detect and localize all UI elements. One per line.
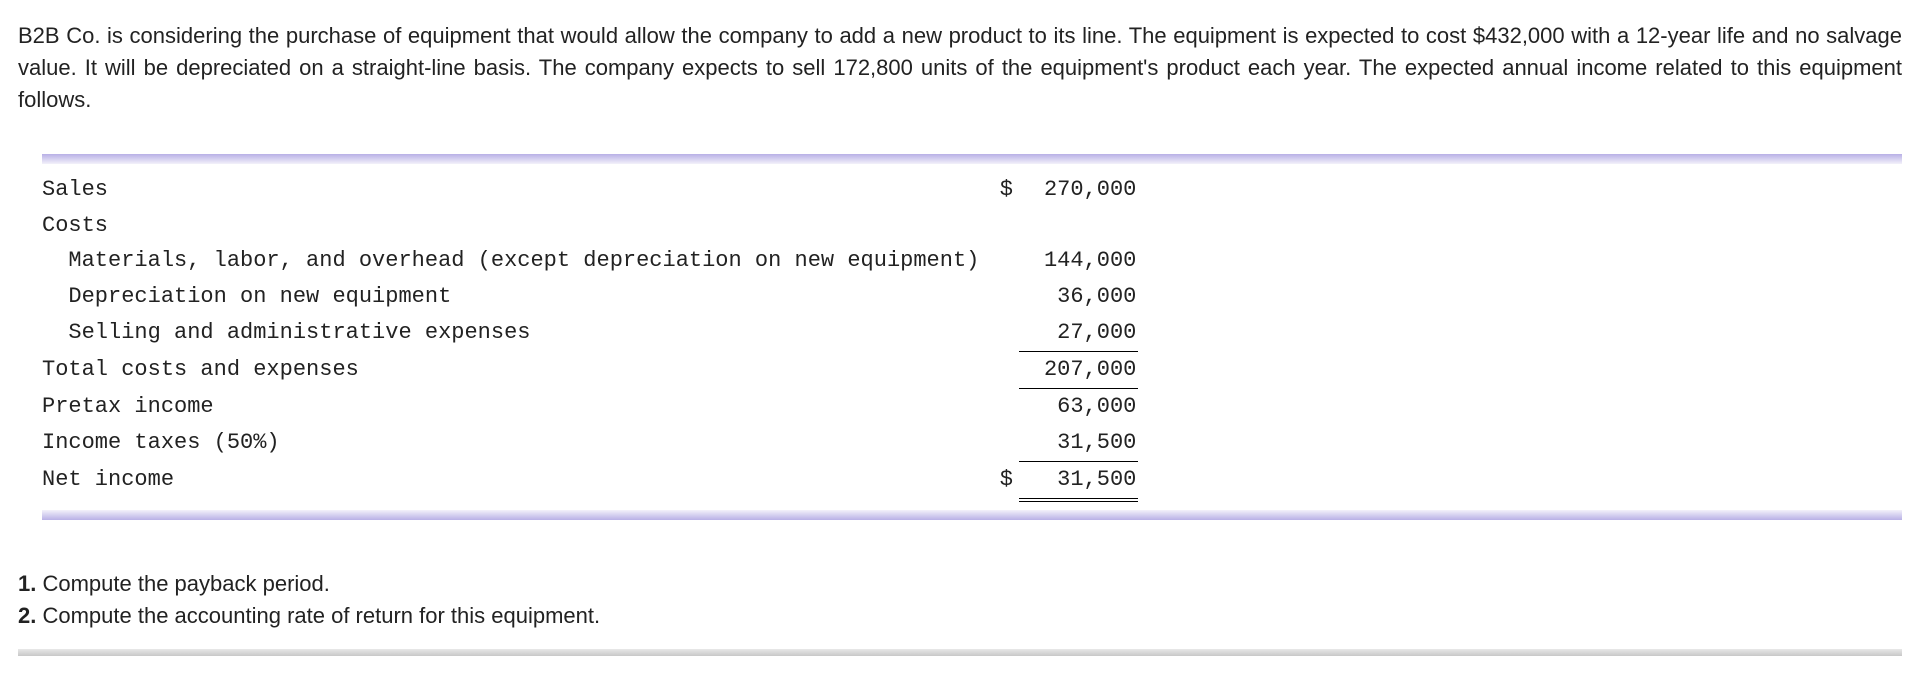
- row-pretax: Pretax income 63,000: [42, 389, 1902, 425]
- label-net: Net income: [42, 461, 979, 499]
- q2-text: Compute the accounting rate of return fo…: [36, 603, 600, 628]
- question-2: 2. Compute the accounting rate of return…: [18, 600, 1902, 632]
- val-depreciation: 36,000: [1019, 279, 1138, 315]
- table-top-border: [42, 154, 1902, 164]
- questions: 1. Compute the payback period. 2. Comput…: [18, 568, 1902, 632]
- question-1: 1. Compute the payback period.: [18, 568, 1902, 600]
- cur-net: $: [979, 461, 1019, 499]
- label-taxes: Income taxes (50%): [42, 425, 979, 461]
- val-sales: 270,000: [1019, 172, 1138, 208]
- label-pretax: Pretax income: [42, 389, 979, 425]
- income-statement: Sales $ 270,000 Costs Materials, labor, …: [42, 154, 1902, 520]
- problem-intro: B2B Co. is considering the purchase of e…: [18, 20, 1902, 116]
- label-materials: Materials, labor, and overhead (except d…: [42, 243, 979, 279]
- label-total-costs: Total costs and expenses: [42, 352, 979, 389]
- val-materials: 144,000: [1019, 243, 1138, 279]
- q2-number: 2.: [18, 603, 36, 628]
- val-selling: 27,000: [1019, 315, 1138, 351]
- label-depreciation: Depreciation on new equipment: [42, 279, 979, 315]
- q1-number: 1.: [18, 571, 36, 596]
- bottom-divider: [18, 649, 1902, 656]
- row-selling: Selling and administrative expenses 27,0…: [42, 315, 1902, 351]
- val-total-costs: 207,000: [1019, 352, 1138, 389]
- label-sales: Sales: [42, 172, 979, 208]
- val-net: 31,500: [1019, 461, 1138, 499]
- label-selling: Selling and administrative expenses: [42, 315, 979, 351]
- label-costs: Costs: [42, 208, 979, 244]
- row-net-income: Net income $ 31,500: [42, 461, 1902, 499]
- table-bottom-border: [42, 510, 1902, 520]
- cur-sales: $: [979, 172, 1019, 208]
- row-depreciation: Depreciation on new equipment 36,000: [42, 279, 1902, 315]
- val-pretax: 63,000: [1019, 389, 1138, 425]
- q1-text: Compute the payback period.: [36, 571, 330, 596]
- val-taxes: 31,500: [1019, 425, 1138, 461]
- row-taxes: Income taxes (50%) 31,500: [42, 425, 1902, 461]
- row-costs-header: Costs: [42, 208, 1902, 244]
- row-sales: Sales $ 270,000: [42, 172, 1902, 208]
- row-materials: Materials, labor, and overhead (except d…: [42, 243, 1902, 279]
- row-total-costs: Total costs and expenses 207,000: [42, 352, 1902, 389]
